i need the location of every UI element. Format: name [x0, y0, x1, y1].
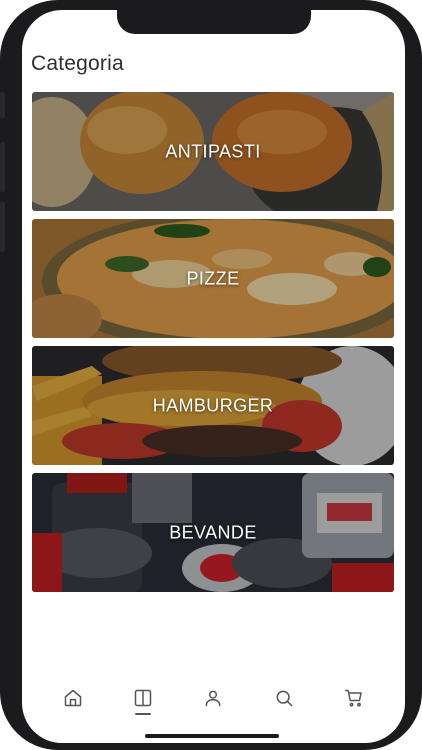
notch — [117, 10, 311, 34]
app-screen: Categoria ANTIPASTI PIZZE HAMBURGER BEVA… — [22, 10, 405, 743]
category-label: HAMBURGER — [152, 395, 274, 415]
menu-book-icon — [135, 689, 152, 707]
bottom-tab-bar — [22, 678, 405, 718]
category-card-bevande[interactable]: BEVANDE — [32, 473, 394, 592]
category-list: ANTIPASTI PIZZE HAMBURGER BEVANDE — [32, 92, 394, 600]
home-indicator[interactable] — [145, 734, 279, 738]
tab-profile[interactable] — [193, 680, 233, 716]
category-card-pizze[interactable]: PIZZE — [32, 219, 394, 338]
home-icon — [64, 689, 82, 707]
tab-menu[interactable] — [123, 680, 163, 716]
category-label: ANTIPASTI — [165, 141, 261, 161]
user-icon — [206, 690, 221, 707]
active-tab-indicator — [135, 713, 152, 715]
category-card-antipasti[interactable]: ANTIPASTI — [32, 92, 394, 211]
search-icon — [276, 690, 292, 707]
category-label: BEVANDE — [169, 522, 257, 542]
cart-icon — [344, 689, 362, 707]
volume-down-button — [0, 202, 5, 252]
category-label: PIZZE — [186, 268, 240, 288]
tab-cart[interactable] — [334, 680, 374, 716]
tab-home[interactable] — [53, 680, 93, 716]
category-card-hamburger[interactable]: HAMBURGER — [32, 346, 394, 465]
phone-frame: Categoria ANTIPASTI PIZZE HAMBURGER BEVA… — [0, 0, 422, 750]
silent-switch — [0, 92, 5, 118]
page-title: Categoria — [31, 52, 124, 75]
volume-up-button — [0, 142, 5, 192]
tab-search[interactable] — [264, 680, 304, 716]
